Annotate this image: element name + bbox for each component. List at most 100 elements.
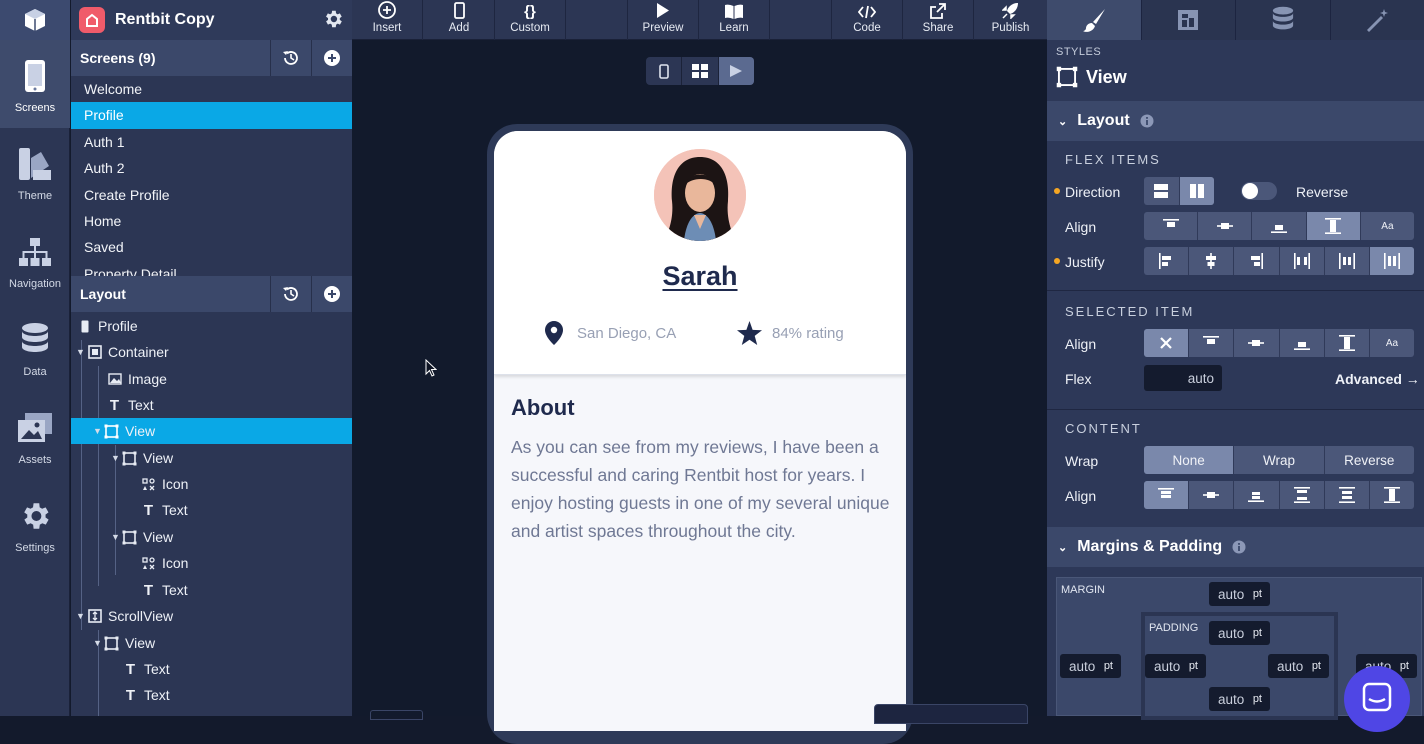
add-button[interactable]: Add: [424, 0, 495, 40]
align-content-stretch-icon[interactable]: [1370, 481, 1414, 509]
tree-node-text[interactable]: TText: [71, 656, 352, 682]
tree-node-text[interactable]: TText: [71, 577, 352, 603]
rating-row[interactable]: 84% rating: [737, 321, 844, 345]
tree-node-icon[interactable]: Icon: [71, 550, 352, 576]
align-self-end-icon[interactable]: [1280, 329, 1325, 357]
rail-data[interactable]: Data: [0, 304, 70, 392]
align-content-around-icon[interactable]: [1325, 481, 1370, 509]
screen-item-welcome[interactable]: Welcome: [71, 76, 352, 102]
learn-button[interactable]: Learn: [699, 0, 770, 40]
tree-node-text[interactable]: TText: [71, 392, 352, 418]
info-icon[interactable]: [1232, 540, 1246, 554]
direction-column-icon[interactable]: [1144, 177, 1180, 205]
align-content-center-icon[interactable]: [1189, 481, 1234, 509]
profile-name[interactable]: Sarah: [494, 261, 906, 292]
grid-view-icon[interactable]: [682, 57, 718, 85]
screen-item-auth-2[interactable]: Auth 2: [71, 155, 352, 181]
align-baseline-icon[interactable]: Aa: [1361, 212, 1414, 240]
advanced-link[interactable]: Advanced →: [1335, 371, 1420, 387]
tree-node-profile[interactable]: Profile: [71, 313, 352, 339]
align-self-center-icon[interactable]: [1234, 329, 1279, 357]
screen-item-create-profile[interactable]: Create Profile: [71, 182, 352, 208]
caret-down-icon[interactable]: ▼: [76, 347, 86, 357]
caret-down-icon[interactable]: ▼: [93, 638, 103, 648]
rail-settings[interactable]: Settings: [0, 480, 70, 568]
app-logo[interactable]: [0, 0, 70, 40]
tree-node-image[interactable]: Image: [71, 366, 352, 392]
app-settings-gear-icon[interactable]: [322, 8, 344, 30]
minimap-tab[interactable]: [370, 710, 423, 720]
padding-left-input[interactable]: autopt: [1145, 654, 1206, 678]
padding-bottom-input[interactable]: autopt: [1209, 687, 1270, 711]
layout-history-icon[interactable]: [270, 276, 311, 312]
align-content-end-icon[interactable]: [1234, 481, 1279, 509]
caret-down-icon[interactable]: ▼: [111, 532, 121, 542]
justify-space-around-icon[interactable]: [1325, 247, 1370, 275]
direction-row-icon[interactable]: [1180, 177, 1215, 205]
caret-down-icon[interactable]: ▼: [76, 611, 86, 621]
align-center-icon[interactable]: [1198, 212, 1252, 240]
reverse-toggle[interactable]: [1241, 182, 1277, 200]
screen-item-home[interactable]: Home: [71, 208, 352, 234]
add-screen-icon[interactable]: [311, 40, 352, 76]
padding-top-input[interactable]: autopt: [1209, 621, 1270, 645]
tree-node-text[interactable]: TText: [71, 497, 352, 523]
tree-node-container[interactable]: ▼Container: [71, 339, 352, 365]
tree-node-view-selected[interactable]: ▼View: [71, 418, 352, 444]
avatar[interactable]: [654, 149, 746, 241]
align-stretch-icon[interactable]: [1307, 212, 1361, 240]
wrap-wrap-option[interactable]: Wrap: [1234, 446, 1324, 474]
add-layout-icon[interactable]: [311, 276, 352, 312]
publish-button[interactable]: Publish: [974, 0, 1047, 40]
help-tab[interactable]: [874, 704, 1028, 724]
wrap-none-option[interactable]: None: [1144, 446, 1234, 474]
align-self-baseline-icon[interactable]: Aa: [1370, 329, 1414, 357]
about-title[interactable]: About: [511, 395, 575, 421]
location-row[interactable]: San Diego, CA: [545, 321, 676, 345]
flex-input[interactable]: auto: [1144, 365, 1222, 391]
screen-item-property-detail[interactable]: Property Detail: [71, 261, 352, 276]
align-self-stretch-icon[interactable]: [1325, 329, 1370, 357]
info-icon[interactable]: [1140, 114, 1154, 128]
screen-item-auth-1[interactable]: Auth 1: [71, 129, 352, 155]
components-tab-icon[interactable]: [1142, 0, 1237, 40]
margin-top-input[interactable]: autopt: [1209, 582, 1270, 606]
align-start-icon[interactable]: [1144, 212, 1198, 240]
tree-node-view[interactable]: ▼View: [71, 630, 352, 656]
styles-tab-brush-icon[interactable]: [1047, 0, 1142, 40]
justify-start-icon[interactable]: [1144, 247, 1189, 275]
align-self-none-icon[interactable]: [1144, 329, 1189, 357]
margins-padding-section-header[interactable]: ⌄ Margins & Padding: [1047, 527, 1424, 567]
wrap-reverse-option[interactable]: Reverse: [1325, 446, 1414, 474]
rail-assets[interactable]: Assets: [0, 392, 70, 480]
rail-theme[interactable]: Theme: [0, 128, 70, 216]
tree-node-view[interactable]: ▼View: [71, 524, 352, 550]
insert-button[interactable]: Insert: [352, 0, 423, 40]
data-tab-database-icon[interactable]: [1236, 0, 1331, 40]
phone-screen[interactable]: Sarah San Diego, CA 84% rating About As …: [494, 131, 906, 731]
margin-left-input[interactable]: autopt: [1060, 654, 1121, 678]
chat-launcher-button[interactable]: [1344, 666, 1410, 732]
share-button[interactable]: Share: [903, 0, 974, 40]
screen-item-profile[interactable]: Profile: [71, 102, 352, 128]
code-button[interactable]: Code: [832, 0, 903, 40]
caret-down-icon[interactable]: ▼: [111, 453, 121, 463]
custom-button[interactable]: {}Custom: [495, 0, 566, 40]
tree-node-icon[interactable]: Icon: [71, 471, 352, 497]
justify-center-icon[interactable]: [1189, 247, 1234, 275]
justify-space-evenly-icon[interactable]: [1370, 247, 1414, 275]
about-body[interactable]: As you can see from my reviews, I have b…: [511, 433, 896, 545]
phone-view-icon[interactable]: [646, 57, 682, 85]
rail-screens[interactable]: Screens: [0, 40, 70, 128]
tree-node-scrollview[interactable]: ▼ScrollView: [71, 603, 352, 629]
align-content-between-icon[interactable]: [1280, 481, 1325, 509]
align-content-start-icon[interactable]: [1144, 481, 1189, 509]
preview-button[interactable]: Preview: [628, 0, 699, 40]
justify-space-between-icon[interactable]: [1280, 247, 1325, 275]
tree-node-text[interactable]: TText: [71, 682, 352, 708]
screens-history-icon[interactable]: [270, 40, 311, 76]
play-preview-icon[interactable]: [719, 57, 754, 85]
magic-wand-tab-icon[interactable]: [1331, 0, 1424, 40]
profile-card[interactable]: Sarah San Diego, CA 84% rating: [494, 131, 906, 375]
justify-end-icon[interactable]: [1234, 247, 1279, 275]
